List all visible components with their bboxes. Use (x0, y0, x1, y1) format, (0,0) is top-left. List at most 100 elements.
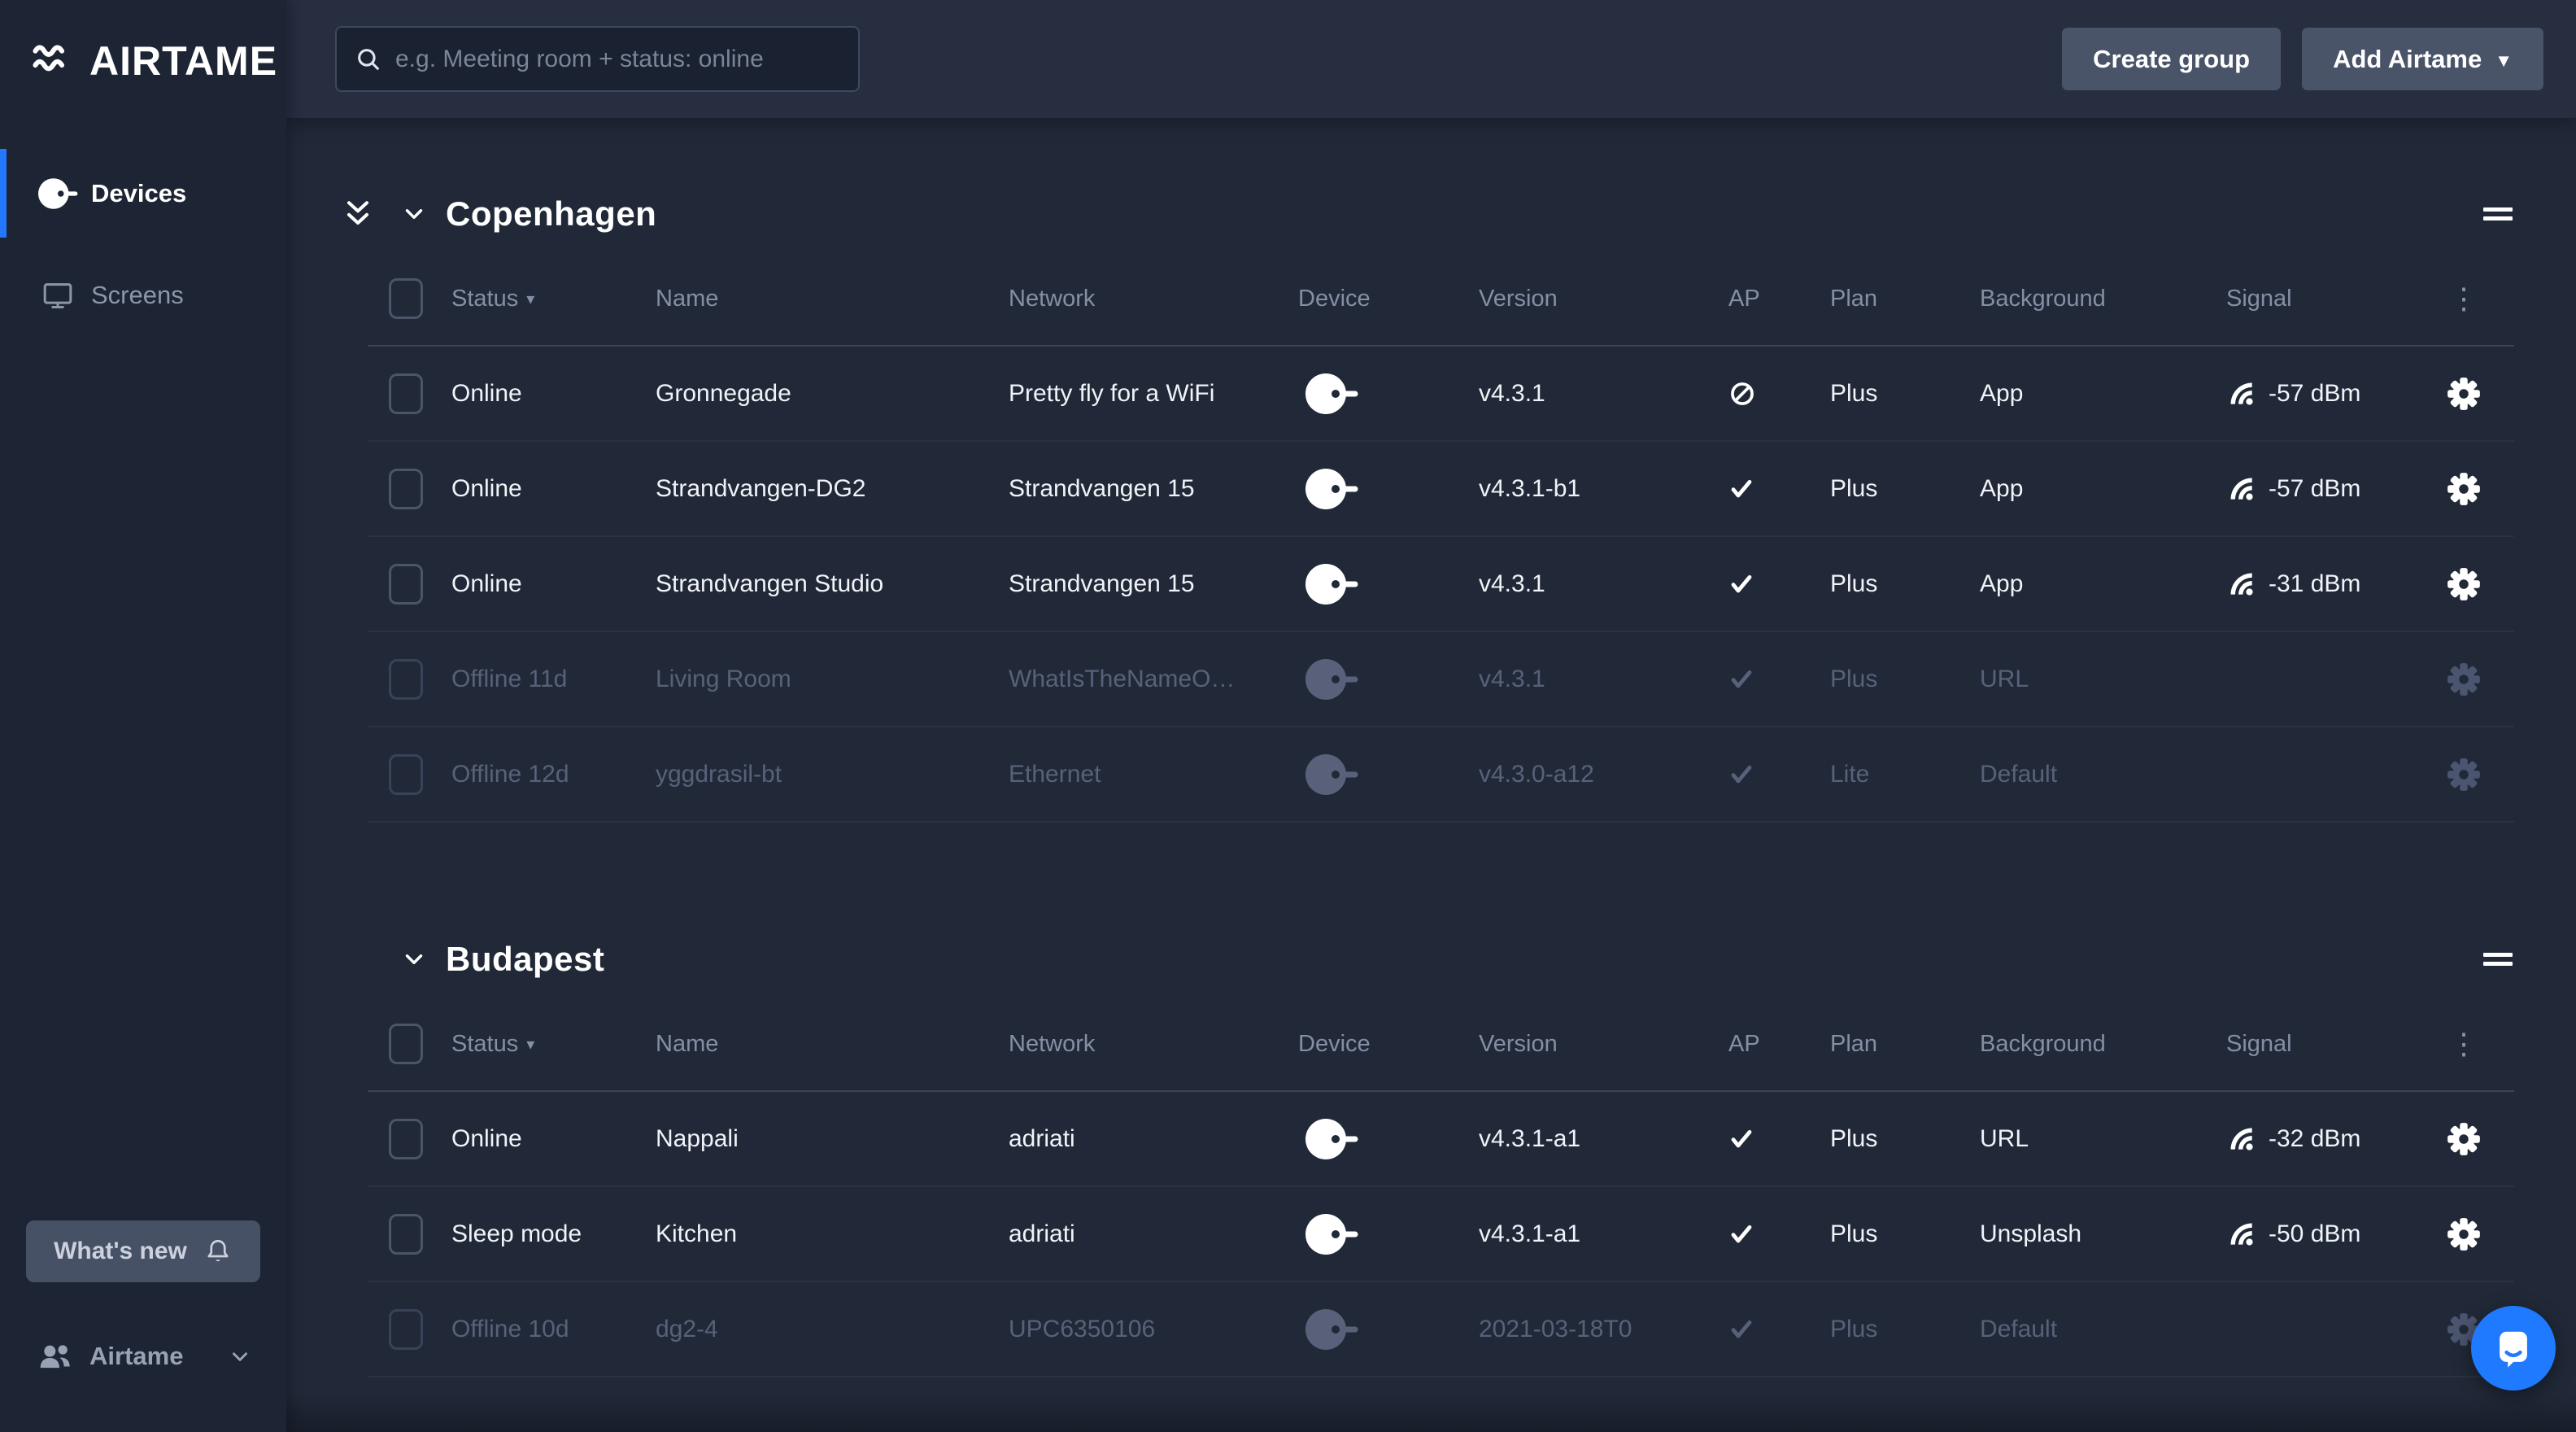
airtame-device-icon (1298, 371, 1479, 417)
device-background: URL (1980, 1124, 2029, 1152)
row-checkbox[interactable] (389, 658, 423, 700)
column-label: Status (451, 285, 519, 312)
group-menu-icon[interactable] (2482, 202, 2514, 226)
row-checkbox[interactable] (389, 373, 423, 414)
column-header-background: Background (1980, 1030, 2106, 1057)
device-row[interactable]: Online Gronnegade Pretty fly for a WiFi … (368, 347, 2514, 442)
settings-gear-icon[interactable] (2445, 756, 2482, 793)
device-status: Offline 12d (451, 760, 569, 788)
group-title: Copenhagen (446, 194, 657, 233)
ap-check-icon (1728, 762, 1830, 788)
column-header-name: Name (656, 285, 719, 312)
column-header-status[interactable]: Status ▾ (451, 1031, 656, 1058)
device-row[interactable]: Offline 11d Living Room WhatIsTheNameO… … (368, 632, 2514, 727)
device-version: v4.3.1 (1479, 570, 1545, 597)
create-group-label: Create group (2093, 44, 2251, 73)
settings-gear-icon[interactable] (2445, 1120, 2482, 1158)
device-status: Sleep mode (451, 1220, 582, 1247)
settings-gear-icon[interactable] (2445, 470, 2482, 508)
group-menu-icon[interactable] (2482, 947, 2514, 971)
logo: AIRTAME (0, 0, 286, 122)
device-name: Strandvangen Studio (656, 570, 884, 597)
whats-new-button[interactable]: What's new (26, 1220, 260, 1282)
sidebar-item-devices[interactable]: Devices (0, 142, 286, 244)
search-box (335, 26, 860, 92)
row-checkbox[interactable] (389, 563, 423, 605)
chat-launcher-button[interactable] (2471, 1306, 2556, 1391)
group-title: Budapest (446, 939, 605, 978)
device-network: Strandvangen 15 (1009, 570, 1195, 597)
group-rows: Online Gronnegade Pretty fly for a WiFi … (368, 347, 2514, 823)
device-plan: Plus (1830, 1220, 1878, 1247)
device-name: dg2-4 (656, 1315, 718, 1342)
add-airtame-label: Add Airtame (2333, 44, 2482, 73)
sort-caret-icon: ▾ (526, 1035, 535, 1054)
device-icon (37, 177, 78, 211)
device-row[interactable]: Online Nappali adriati v4.3.1-a1 Plus UR… (368, 1092, 2514, 1187)
column-header-network: Network (1009, 285, 1096, 312)
device-row[interactable]: Online Strandvangen Studio Strandvangen … (368, 537, 2514, 632)
device-list: Copenhagen Status ▾ Name Network Device … (286, 118, 2576, 1432)
device-row[interactable]: Sleep mode Kitchen adriati v4.3.1-a1 Plu… (368, 1187, 2514, 1282)
device-network: Pretty fly for a WiFi (1009, 379, 1215, 407)
chat-bubble-icon (2491, 1326, 2535, 1370)
signal-value: -50 dBm (2269, 1220, 2361, 1247)
device-status: Online (451, 1124, 522, 1152)
device-row[interactable]: Offline 12d yggdrasil-bt Ethernet v4.3.0… (368, 727, 2514, 823)
device-row[interactable]: Online Strandvangen-DG2 Strandvangen 15 … (368, 442, 2514, 537)
device-status: Online (451, 379, 522, 407)
device-background: Unsplash (1980, 1220, 2082, 1247)
device-plan: Lite (1830, 760, 1870, 788)
airtame-device-icon (1298, 1116, 1479, 1162)
device-table: Status ▾ Name Network Device Version AP … (368, 252, 2514, 823)
column-menu-icon[interactable]: ⋮ (2413, 284, 2514, 313)
device-version: v4.3.1-b1 (1479, 474, 1581, 502)
column-header-network: Network (1009, 1030, 1096, 1057)
create-group-button[interactable]: Create group (2062, 28, 2282, 90)
device-name: Kitchen (656, 1220, 738, 1247)
signal-value: -31 dBm (2269, 570, 2361, 597)
device-version: v4.3.1-a1 (1479, 1220, 1581, 1247)
org-switcher[interactable]: Airtame (26, 1328, 260, 1385)
device-group: Budapest Status ▾ Name Network Device Ve… (368, 920, 2514, 1377)
row-checkbox[interactable] (389, 468, 423, 509)
settings-gear-icon[interactable] (2445, 661, 2482, 698)
device-version: v4.3.1 (1479, 665, 1545, 692)
group-collapse-icon[interactable] (400, 200, 433, 228)
select-all-checkbox[interactable] (389, 1024, 423, 1064)
row-checkbox[interactable] (389, 1213, 423, 1255)
device-network: Strandvangen 15 (1009, 474, 1195, 502)
sidebar-item-screens[interactable]: Screens (0, 244, 286, 346)
bottom-fade (286, 1395, 2576, 1432)
select-all-checkbox[interactable] (389, 278, 423, 319)
group-collapse-icon[interactable] (400, 945, 433, 973)
column-menu-icon[interactable]: ⋮ (2413, 1029, 2514, 1059)
row-checkbox[interactable] (389, 1118, 423, 1159)
row-checkbox[interactable] (389, 753, 423, 795)
collapse-all-icon[interactable] (340, 196, 376, 232)
group-header: Budapest (368, 920, 2514, 998)
add-airtame-button[interactable]: Add Airtame ▼ (2302, 28, 2543, 90)
caret-down-icon: ▼ (2495, 50, 2513, 71)
column-header-device: Device (1298, 285, 1371, 312)
settings-gear-icon[interactable] (2445, 1216, 2482, 1253)
row-checkbox[interactable] (389, 1308, 423, 1350)
ap-check-icon (1728, 571, 1830, 597)
signal-icon (2226, 474, 2257, 504)
monitor-icon (37, 279, 78, 312)
column-header-signal: Signal (2226, 1030, 2292, 1057)
signal-icon (2226, 1219, 2257, 1250)
device-background: App (1980, 474, 2024, 502)
device-plan: Plus (1830, 570, 1878, 597)
airtame-device-icon (1298, 1212, 1479, 1257)
column-header-status[interactable]: Status ▾ (451, 286, 656, 312)
device-network: Ethernet (1009, 760, 1101, 788)
settings-gear-icon[interactable] (2445, 375, 2482, 413)
device-network: adriati (1009, 1124, 1075, 1152)
sidebar-item-label: Devices (91, 178, 187, 207)
settings-gear-icon[interactable] (2445, 565, 2482, 603)
sort-caret-icon: ▾ (526, 290, 535, 308)
device-row[interactable]: Offline 10d dg2-4 UPC6350106 2021-03-18T… (368, 1282, 2514, 1377)
device-name: Nappali (656, 1124, 739, 1152)
search-input[interactable] (395, 45, 840, 73)
